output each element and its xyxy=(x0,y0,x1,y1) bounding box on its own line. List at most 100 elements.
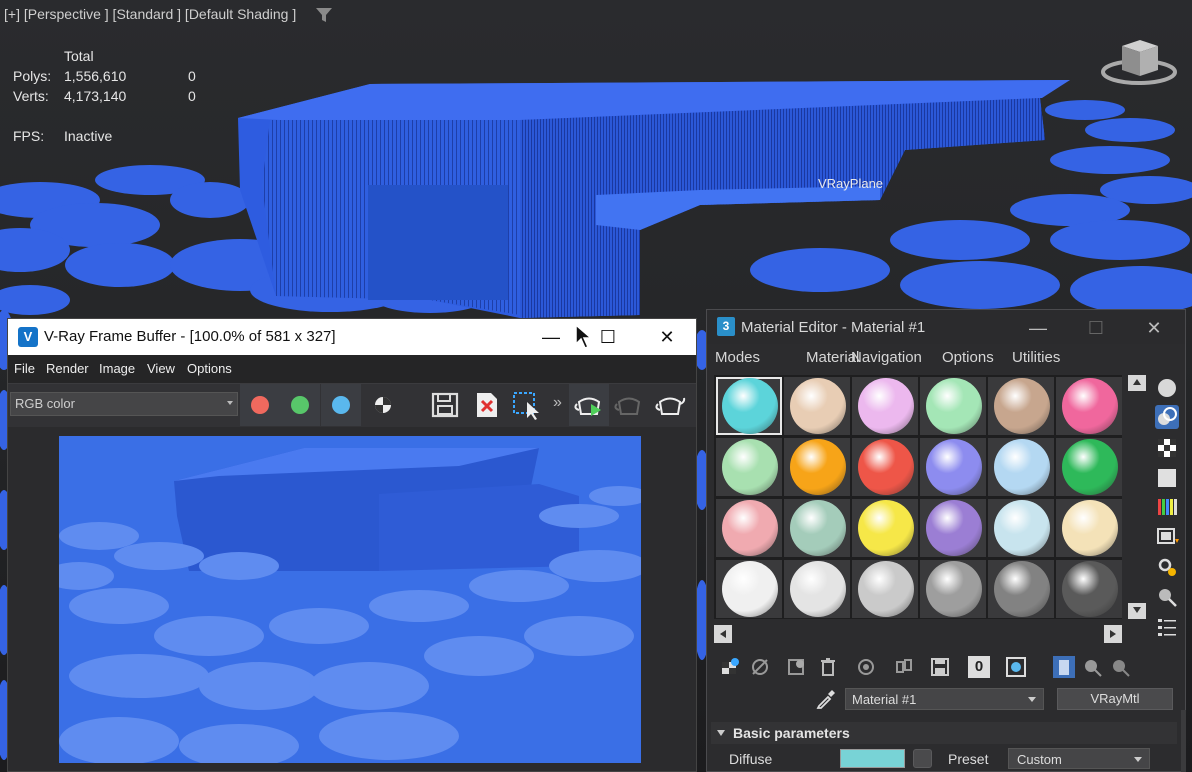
material-slot[interactable] xyxy=(852,560,918,618)
material-slot[interactable] xyxy=(784,377,850,435)
make-unique-icon[interactable] xyxy=(855,656,877,678)
diffuse-color-swatch[interactable] xyxy=(840,749,905,768)
material-slot[interactable] xyxy=(988,560,1054,618)
material-slot[interactable] xyxy=(784,499,850,557)
assign-material-icon[interactable] xyxy=(785,656,807,678)
close-button[interactable]: ✕ xyxy=(1137,314,1171,342)
object-label: VRayPlane xyxy=(818,176,884,191)
scroll-left-button[interactable] xyxy=(714,625,732,643)
viewcube-icon[interactable] xyxy=(1100,36,1178,88)
backlight-button[interactable] xyxy=(1155,405,1179,429)
material-slot[interactable] xyxy=(716,560,782,618)
show-shaded-material-icon[interactable] xyxy=(1005,656,1027,678)
blue-channel-button[interactable] xyxy=(321,384,361,426)
material-editor-window[interactable]: 3 Material Editor - Material #1 — ☐ ✕ Mo… xyxy=(706,309,1186,772)
delete-icon[interactable] xyxy=(817,656,839,678)
get-material-icon[interactable] xyxy=(719,656,741,678)
med-titlebar[interactable]: 3 Material Editor - Material #1 — ☐ ✕ xyxy=(707,310,1185,344)
material-slot[interactable] xyxy=(920,438,986,496)
material-slot[interactable] xyxy=(920,377,986,435)
menu-navigation[interactable]: Navigation xyxy=(851,349,922,366)
material-slot[interactable] xyxy=(784,438,850,496)
diffuse-map-button[interactable] xyxy=(913,749,932,768)
video-color-check-icon[interactable] xyxy=(1155,495,1179,519)
material-slot[interactable] xyxy=(716,377,782,435)
render-image[interactable] xyxy=(59,436,641,763)
material-slot[interactable] xyxy=(1056,438,1122,496)
put-to-library-icon[interactable] xyxy=(893,656,915,678)
material-slot[interactable] xyxy=(920,499,986,557)
material-slot[interactable] xyxy=(988,438,1054,496)
menu-image[interactable]: Image xyxy=(99,361,135,376)
material-sphere xyxy=(994,378,1050,434)
material-slot[interactable] xyxy=(716,499,782,557)
menu-utilities[interactable]: Utilities xyxy=(1012,349,1060,366)
menu-file[interactable]: File xyxy=(14,361,35,376)
sample-uv-tiling-icon[interactable] xyxy=(1155,466,1179,490)
make-preview-icon[interactable] xyxy=(1155,525,1179,549)
material-slot[interactable] xyxy=(920,560,986,618)
material-slot[interactable] xyxy=(852,499,918,557)
render-button[interactable] xyxy=(569,384,609,426)
close-button[interactable]: ✕ xyxy=(650,323,684,351)
material-slot[interactable] xyxy=(1056,377,1122,435)
sample-type-sphere-icon[interactable] xyxy=(1155,376,1179,400)
clear-image-icon[interactable] xyxy=(471,390,503,420)
teapot-icon[interactable] xyxy=(654,390,686,420)
material-slot[interactable] xyxy=(784,560,850,618)
material-slot[interactable] xyxy=(1056,499,1122,557)
viewport-label[interactable]: [+] [Perspective ] [Standard ] [Default … xyxy=(4,6,296,22)
material-id-channel-button[interactable]: 0 xyxy=(968,656,990,678)
scroll-up-button[interactable] xyxy=(1128,375,1146,391)
go-forward-to-sibling-icon[interactable] xyxy=(1109,656,1131,678)
material-map-navigator-icon[interactable] xyxy=(1155,615,1179,639)
eyedropper-icon[interactable] xyxy=(815,688,837,710)
channel-select[interactable]: RGB color xyxy=(10,392,238,416)
material-slot[interactable] xyxy=(988,377,1054,435)
menu-modes[interactable]: Modes xyxy=(715,349,760,366)
maximize-button[interactable]: ☐ xyxy=(591,323,625,351)
chevron-up-icon xyxy=(1133,379,1141,385)
filter-icon[interactable] xyxy=(316,8,332,22)
material-type-button[interactable]: VRayMtl xyxy=(1057,688,1173,710)
vray-frame-buffer-window[interactable]: V V-Ray Frame Buffer - [100.0% of 581 x … xyxy=(7,318,697,772)
material-name-select[interactable]: Material #1 xyxy=(845,688,1044,710)
green-channel-button[interactable] xyxy=(280,384,320,426)
rollout-header[interactable]: Basic parameters xyxy=(711,722,1177,744)
preset-select[interactable]: Custom xyxy=(1008,748,1150,769)
minimize-button[interactable]: — xyxy=(1021,314,1055,342)
minimize-button[interactable]: — xyxy=(534,323,568,351)
preset-value: Custom xyxy=(1017,752,1062,767)
show-end-result-button[interactable] xyxy=(1053,656,1075,678)
go-to-parent-icon[interactable] xyxy=(1081,656,1103,678)
material-slot[interactable] xyxy=(716,438,782,496)
material-slot[interactable] xyxy=(988,499,1054,557)
put-material-to-scene-icon[interactable] xyxy=(749,656,771,678)
material-sphere xyxy=(858,439,914,495)
material-slot[interactable] xyxy=(852,377,918,435)
save-to-library-icon[interactable] xyxy=(929,656,951,678)
checker-background-icon[interactable] xyxy=(1155,436,1179,460)
region-render-icon[interactable] xyxy=(511,390,543,420)
menu-render[interactable]: Render xyxy=(46,361,89,376)
material-sphere xyxy=(858,378,914,434)
interactive-render-icon[interactable] xyxy=(613,390,645,420)
menu-view[interactable]: View xyxy=(147,361,175,376)
parameters-scrollbar[interactable] xyxy=(1181,710,1186,772)
channel-select-value: RGB color xyxy=(15,396,75,411)
scroll-right-button[interactable] xyxy=(1104,625,1122,643)
alpha-channel-icon[interactable] xyxy=(367,390,399,420)
select-by-material-icon[interactable] xyxy=(1155,585,1179,609)
slots-horizontal-scrollbar[interactable] xyxy=(714,625,1124,643)
menu-options[interactable]: Options xyxy=(942,349,994,366)
options-gear-icon[interactable] xyxy=(1155,555,1179,579)
save-icon[interactable] xyxy=(429,390,461,420)
material-slot[interactable] xyxy=(852,438,918,496)
red-channel-button[interactable] xyxy=(240,384,280,426)
scroll-down-button[interactable] xyxy=(1128,603,1146,619)
menu-options[interactable]: Options xyxy=(187,361,232,376)
slots-vertical-scrollbar[interactable] xyxy=(1126,375,1148,623)
stats-value: 1,556,610 xyxy=(64,68,127,84)
material-slot[interactable] xyxy=(1056,560,1122,618)
maximize-button[interactable]: ☐ xyxy=(1079,314,1113,342)
